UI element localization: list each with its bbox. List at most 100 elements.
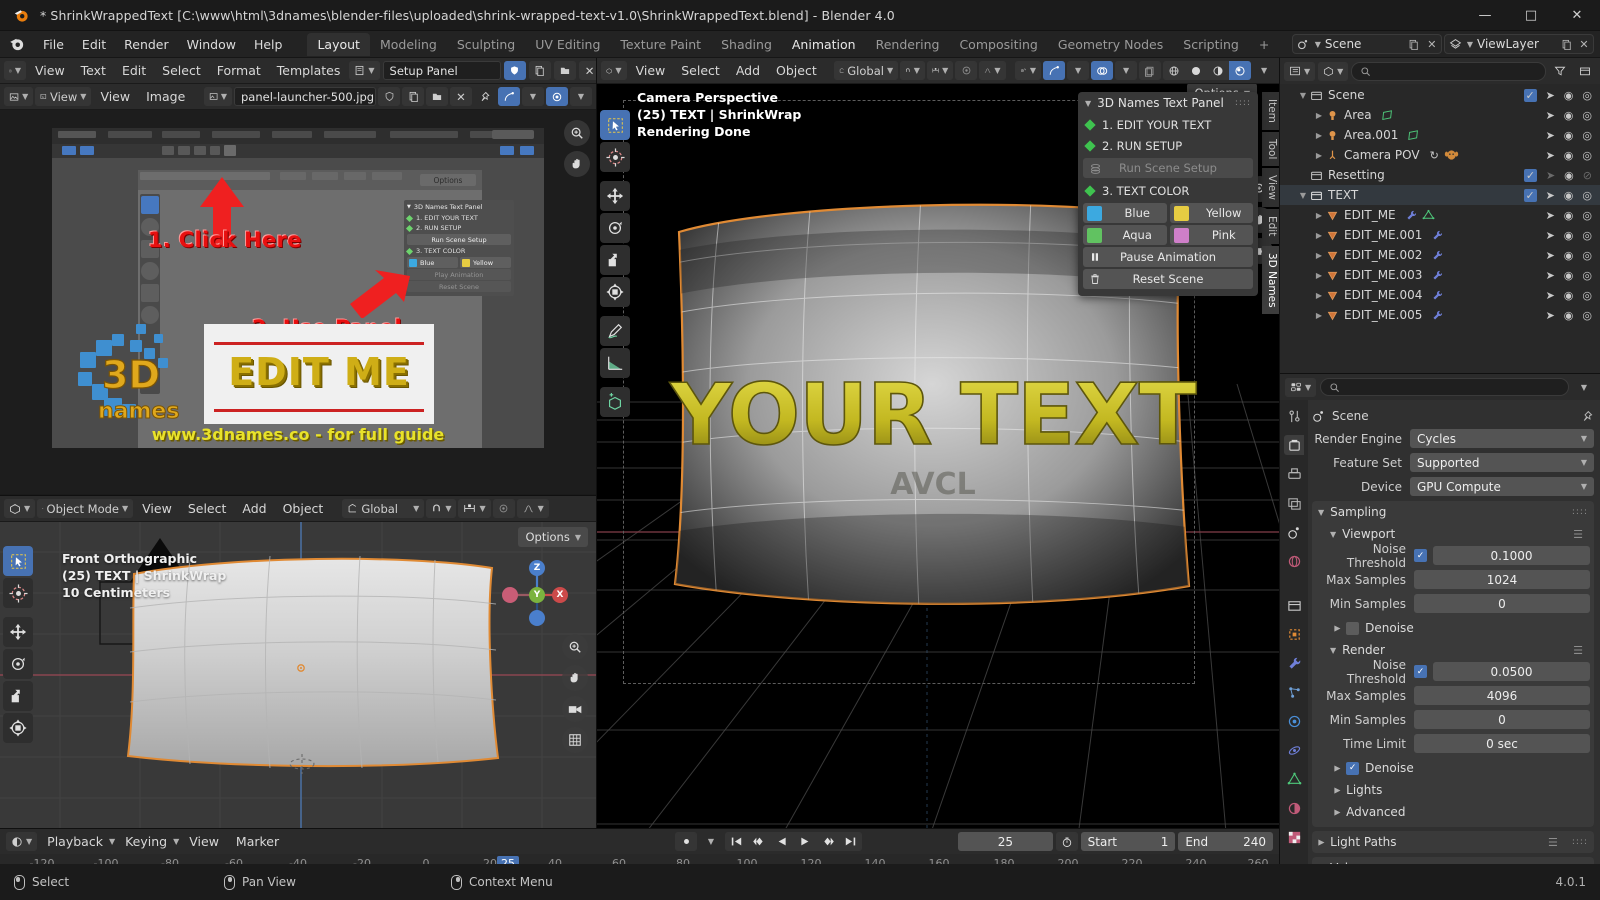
vp-menu-object[interactable]: Object [769, 61, 824, 80]
snapping-magnet-button[interactable]: ▼ [900, 61, 925, 80]
disclosure-triangle-icon[interactable]: ▼ [1296, 191, 1310, 200]
image-canvas[interactable]: Options ▼ 3D Names Text Panel 1. EDIT YO… [0, 110, 596, 495]
new-text-button[interactable] [528, 61, 551, 80]
camera-view-icon[interactable] [562, 696, 588, 722]
toggle-perspective-icon[interactable] [562, 727, 588, 753]
menu-render[interactable]: Render [115, 34, 178, 55]
sampling-header[interactable]: ▼ Sampling :::: [1312, 501, 1594, 523]
tab-world-properties[interactable] [1284, 551, 1304, 571]
editor-type-image-button[interactable]: ▼ [4, 87, 34, 106]
auto-keying-button[interactable] [675, 832, 697, 851]
tab-output-properties[interactable] [1284, 464, 1304, 484]
color-button-blue[interactable]: Blue [1083, 203, 1167, 223]
xray-toggle-button[interactable] [1139, 61, 1162, 80]
close-button[interactable]: ✕ [1554, 0, 1600, 31]
camera-render-icon[interactable]: ◎ [1582, 130, 1592, 141]
new-viewlayer-button[interactable] [1557, 39, 1575, 50]
sidebar-tab-item[interactable]: Item [1262, 92, 1279, 130]
menu-edit[interactable]: Edit [73, 34, 115, 55]
tab-viewlayer-properties[interactable] [1284, 493, 1304, 513]
editor-type-3dview-button[interactable]: ▼ [601, 61, 627, 80]
text-menu-text[interactable]: Text [74, 61, 113, 80]
viewlayer-selector[interactable]: ▼ ViewLayer ✕ [1443, 34, 1594, 54]
play-reverse-button[interactable] [772, 832, 794, 851]
sidebar-tab-tool[interactable]: Tool [1262, 131, 1279, 167]
tab-scripting[interactable]: Scripting [1173, 33, 1249, 56]
camera-render-icon[interactable]: ◎ [1582, 310, 1592, 321]
jump-to-end-button[interactable] [840, 832, 862, 851]
camera-render-icon[interactable]: ◎ [1582, 290, 1592, 301]
disclosure-triangle-icon[interactable]: ▶ [1312, 271, 1326, 280]
outliner-row-edit-me-005[interactable]: ▶ EDIT_ME.005 ➤ ◉ ◎ [1280, 305, 1600, 325]
camera-render-icon[interactable]: ◎ [1582, 150, 1592, 161]
gizmo-options-chevron[interactable]: ▼ [1067, 61, 1090, 80]
snap-target-button[interactable]: ▼ [926, 61, 954, 80]
maximize-button[interactable]: □ [1508, 0, 1554, 31]
outliner-row-edit-me-002[interactable]: ▶ EDIT_ME.002 ➤ ◉ ◎ [1280, 245, 1600, 265]
render-noise-threshold-value[interactable]: 0.0500 [1433, 662, 1590, 681]
drag-handle-icon[interactable]: :::: [1235, 98, 1251, 108]
preset-list-icon[interactable]: ☰ [1573, 528, 1584, 541]
selectable-cursor-icon[interactable]: ➤ [1546, 230, 1555, 241]
eye-icon[interactable]: ◉ [1564, 110, 1574, 121]
jump-to-start-button[interactable] [725, 832, 748, 851]
front-gizmo-axis-x-neg[interactable] [502, 587, 518, 603]
front-gizmo-axis-z-neg[interactable] [529, 610, 545, 626]
disclosure-triangle-icon[interactable]: ▼ [1296, 91, 1310, 100]
shading-material-button[interactable] [1207, 61, 1230, 80]
overlays-toggle-button[interactable] [1091, 61, 1114, 80]
minimize-button[interactable]: — [1462, 0, 1508, 31]
front-gizmo-axis-y[interactable]: Y [529, 587, 545, 603]
tab-geometry-nodes[interactable]: Geometry Nodes [1048, 33, 1173, 56]
editor-type-3dview-button-2[interactable]: ▼ [4, 499, 36, 518]
vp2-menu-add[interactable]: Add [235, 499, 273, 518]
editor-type-timeline-button[interactable]: ▼ [6, 832, 38, 851]
outliner-row-resetting[interactable]: Resetting ✓ ➤ ◉ ⊘ [1280, 165, 1600, 185]
zoom-icon[interactable] [564, 120, 590, 146]
vp2-menu-view[interactable]: View [135, 499, 179, 518]
proportional-edit-button[interactable] [546, 87, 568, 106]
disclosure-triangle-icon[interactable]: ▶ [1312, 231, 1326, 240]
tab-rendering[interactable]: Rendering [866, 33, 950, 56]
shading-rendered-button[interactable] [1229, 61, 1252, 80]
shading-wireframe-button[interactable] [1163, 61, 1186, 80]
tool-transform[interactable] [600, 277, 630, 307]
vp2-menu-select[interactable]: Select [181, 499, 234, 518]
checkbox-icon[interactable]: ✓ [1523, 88, 1537, 102]
properties-search-input[interactable] [1320, 378, 1569, 396]
tl-menu-view[interactable]: View [182, 832, 226, 851]
camera-render-icon[interactable]: ◎ [1582, 230, 1592, 241]
front-gizmo-axis-x[interactable]: X [552, 587, 568, 603]
image-datablock-icon[interactable]: ▼ [203, 87, 232, 106]
new-scene-button[interactable] [1405, 39, 1423, 50]
vp2-snapping-magnet-button[interactable]: ▼ [426, 499, 457, 518]
outliner-row-edit-me[interactable]: ▶ EDIT_ME ➤ ◉ ◎ [1280, 205, 1600, 225]
selectable-cursor-icon[interactable]: ➤ [1546, 270, 1555, 281]
disclosure-triangle-icon[interactable]: ▶ [1312, 111, 1326, 120]
disclosure-triangle-icon[interactable]: ▶ [1312, 251, 1326, 260]
tool-tweak-select-box[interactable] [600, 110, 630, 140]
camera-render-icon[interactable]: ◎ [1582, 210, 1592, 221]
image-editor-mode-select[interactable]: View ▼ [35, 87, 92, 106]
camera-render-icon[interactable]: ◎ [1582, 190, 1592, 201]
disclosure-triangle-icon[interactable]: ▶ [1312, 211, 1326, 220]
selectable-cursor-icon[interactable]: ➤ [1546, 90, 1555, 101]
pin-icon[interactable] [1581, 410, 1594, 423]
tab-layout[interactable]: Layout [307, 32, 370, 56]
eye-icon[interactable]: ◉ [1564, 210, 1574, 221]
tab-particle-properties[interactable] [1284, 682, 1304, 702]
eye-icon[interactable]: ◉ [1564, 310, 1574, 321]
eye-icon[interactable]: ◉ [1564, 90, 1574, 101]
scene-selector[interactable]: ▼ Scene ✕ [1291, 34, 1442, 54]
render-min-samples-value[interactable]: 0 [1414, 710, 1590, 729]
tab-data-properties[interactable] [1284, 769, 1304, 789]
render-max-samples-value[interactable]: 4096 [1414, 686, 1590, 705]
tab-animation[interactable]: Animation [782, 33, 866, 56]
reset-scene-button[interactable]: Reset Scene [1083, 269, 1253, 289]
checkbox-icon[interactable]: ✓ [1523, 168, 1537, 182]
image-fake-user-button[interactable] [378, 87, 400, 106]
tool-move-2[interactable] [3, 617, 33, 647]
tab-tool[interactable] [1284, 406, 1304, 426]
blender-menu-icon[interactable] [8, 33, 30, 55]
tool-transform-2[interactable] [3, 713, 33, 743]
